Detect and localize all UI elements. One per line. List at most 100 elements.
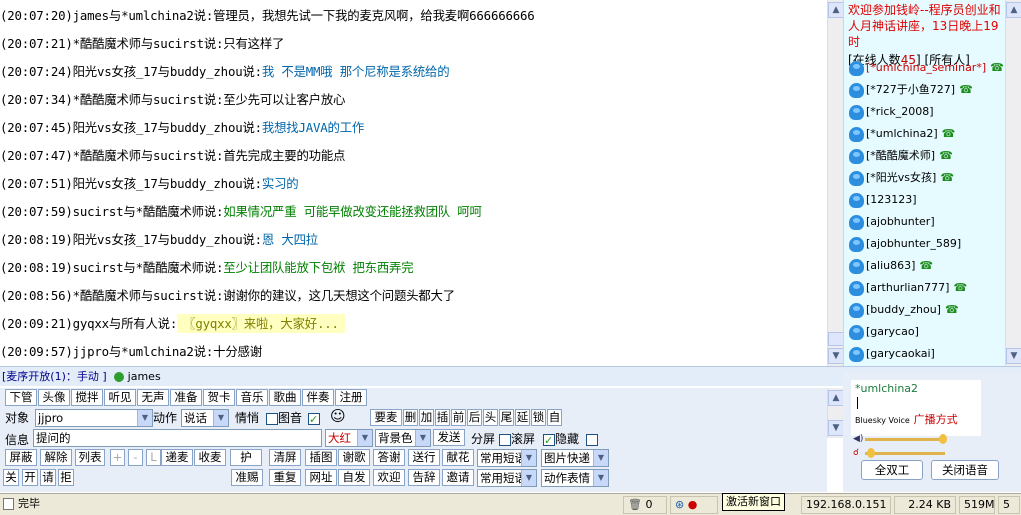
split-screen-option[interactable]: 滚屏 bbox=[499, 431, 535, 448]
toolbar-button[interactable]: 关 bbox=[3, 469, 19, 486]
toolbar-button[interactable]: 延 bbox=[515, 409, 530, 426]
phrase-select-1[interactable]: 常用短语 ▼ bbox=[477, 449, 537, 467]
toolbar-button[interactable]: 插图 bbox=[305, 449, 337, 466]
toolbar-button[interactable]: 告辞 bbox=[408, 469, 440, 486]
toolbar-button[interactable]: 音乐 bbox=[236, 389, 268, 406]
toolbar-button[interactable]: 网址 bbox=[305, 469, 337, 486]
toolbar-button[interactable]: 歌曲 bbox=[269, 389, 301, 406]
toolbar-button[interactable]: 无声 bbox=[137, 389, 169, 406]
userlist-scrollbar[interactable]: ▲ ▼ bbox=[1005, 0, 1021, 366]
font-color-select[interactable]: 大红 ▼ bbox=[325, 429, 373, 447]
toolbar-button[interactable]: 自发 bbox=[338, 469, 370, 486]
user-list-item[interactable]: [arthurlian777] ☎ bbox=[849, 278, 967, 298]
message-users[interactable]: *酷酷魔术师与sucirst说: bbox=[73, 148, 224, 163]
toolbar-button[interactable]: 头 bbox=[483, 409, 498, 426]
emotion-checkbox-wrap[interactable] bbox=[308, 410, 320, 428]
toolbar-button[interactable]: 列表 bbox=[75, 449, 105, 466]
toolbar-button[interactable]: 自 bbox=[547, 409, 562, 426]
scroll-down-button[interactable]: ▼ bbox=[828, 348, 844, 364]
user-list-item[interactable]: [*umlchina_seminar*] ☎ bbox=[849, 58, 1004, 78]
scroll-thumb[interactable] bbox=[828, 332, 844, 346]
message-users[interactable]: james与*umlchina2说: bbox=[73, 8, 214, 23]
mic-slider[interactable] bbox=[865, 452, 945, 455]
user-list-item[interactable]: [*umlchina2] ☎ bbox=[849, 124, 955, 144]
mic-thumb[interactable] bbox=[867, 448, 875, 458]
scroll-up-button[interactable]: ▲ bbox=[828, 2, 844, 18]
toolbar-button[interactable]: 删 bbox=[403, 409, 418, 426]
toolbar-button[interactable]: - bbox=[128, 449, 143, 466]
message-users[interactable]: *酷酷魔术师与sucirst说: bbox=[73, 92, 224, 107]
toolbar-button[interactable]: 送行 bbox=[408, 449, 440, 466]
toolbar-button[interactable]: 注册 bbox=[335, 389, 367, 406]
toolbar-button[interactable]: + bbox=[110, 449, 125, 466]
bg-color-select[interactable]: 背景色 ▼ bbox=[375, 429, 431, 447]
toolbar-button[interactable]: 拒 bbox=[58, 469, 74, 486]
scroll-down-button[interactable]: ▼ bbox=[828, 420, 844, 436]
user-list-item[interactable]: [*阳光vs女孩] ☎ bbox=[849, 168, 954, 188]
toolbar-button[interactable]: 屏蔽 bbox=[5, 449, 37, 466]
volume-slider[interactable] bbox=[865, 438, 945, 441]
toolbar-button[interactable]: 谢歌 bbox=[338, 449, 370, 466]
scroll-up-button[interactable]: ▲ bbox=[828, 390, 844, 406]
target-select[interactable]: jjpro ▼ bbox=[35, 409, 153, 427]
scroll-checkbox[interactable] bbox=[543, 432, 555, 449]
toolbar-button[interactable]: 开 bbox=[22, 469, 38, 486]
user-list-item[interactable]: [*rick_2008] bbox=[849, 102, 934, 122]
user-list-item[interactable]: [*酷酷魔术师] ☎ bbox=[849, 146, 953, 166]
toolbar-button[interactable]: 解除 bbox=[40, 449, 72, 466]
message-users[interactable]: 阳光vs女孩_17与buddy_zhou说: bbox=[73, 232, 263, 247]
toolbar-button[interactable]: 尾 bbox=[499, 409, 514, 426]
toolbar-button[interactable]: 重复 bbox=[269, 469, 301, 486]
message-input[interactable]: 提问的 bbox=[33, 429, 322, 447]
toolbar-button[interactable]: 要麦 bbox=[370, 409, 402, 426]
toolbar-button[interactable]: 锁 bbox=[531, 409, 546, 426]
toolbar-button[interactable]: L bbox=[146, 449, 161, 466]
emotion-checkbox[interactable] bbox=[308, 411, 320, 428]
toolbar-button[interactable]: 前 bbox=[451, 409, 466, 426]
full-duplex-button[interactable]: 全双工 bbox=[861, 460, 923, 480]
action-emote-select[interactable]: 动作表情 ▼ bbox=[541, 469, 609, 487]
toolbar-button[interactable]: 下管 bbox=[5, 389, 37, 406]
user-list-item[interactable]: [ajobhunter] bbox=[849, 212, 935, 232]
image-sound-option[interactable]: 图音 bbox=[266, 410, 302, 427]
message-users[interactable]: sucirst与*酷酷魔术师说: bbox=[73, 260, 224, 275]
message-users[interactable]: *酷酷魔术师与sucirst说: bbox=[73, 36, 224, 51]
toolbar-button[interactable]: 加 bbox=[419, 409, 434, 426]
user-list-item[interactable]: [123123] bbox=[849, 190, 917, 210]
toolbar-button[interactable]: 后 bbox=[467, 409, 482, 426]
image-express-select[interactable]: 图片快递 ▼ bbox=[541, 449, 609, 467]
toolbar-button[interactable]: 递麦 bbox=[161, 449, 193, 466]
send-button[interactable]: 发送 bbox=[433, 429, 465, 446]
toolbar-button[interactable]: 请 bbox=[40, 469, 56, 486]
toolbar-button[interactable]: 搅拌 bbox=[71, 389, 103, 406]
action-select[interactable]: 说话 ▼ bbox=[181, 409, 229, 427]
hide-option[interactable] bbox=[586, 431, 598, 448]
toolbar-button[interactable]: 献花 bbox=[442, 449, 474, 466]
toolbar-scrollbar[interactable]: ▲ ▼ bbox=[827, 388, 844, 438]
message-users[interactable]: jjpro与*umlchina2说: bbox=[73, 344, 214, 359]
toolbar-button[interactable]: 准赐 bbox=[231, 469, 263, 486]
close-voice-button[interactable]: 关闭语音 bbox=[931, 460, 999, 480]
volume-thumb[interactable] bbox=[939, 434, 947, 444]
message-users[interactable]: 阳光vs女孩_17与buddy_zhou说: bbox=[73, 64, 263, 79]
toolbar-button[interactable]: 伴奏 bbox=[302, 389, 334, 406]
toolbar-button[interactable]: 邀请 bbox=[442, 469, 474, 486]
image-sound-checkbox[interactable] bbox=[266, 412, 278, 425]
message-users[interactable]: 阳光vs女孩_17与buddy_zhou说: bbox=[73, 120, 263, 135]
phrase-select-2[interactable]: 常用短语 ▼ bbox=[477, 469, 537, 487]
user-list-item[interactable]: [*727于小鱼727] ☎ bbox=[849, 80, 973, 100]
smiley-icon[interactable]: ☺ bbox=[330, 408, 346, 425]
user-list-item[interactable]: [aliu863] ☎ bbox=[849, 256, 933, 276]
scroll-option[interactable]: 隐藏 bbox=[543, 431, 579, 449]
message-users[interactable]: *酷酷魔术师与sucirst说: bbox=[73, 288, 224, 303]
message-users[interactable]: sucirst与*酷酷魔术师说: bbox=[73, 204, 224, 219]
scroll-down-button[interactable]: ▼ bbox=[1006, 348, 1021, 364]
toolbar-button[interactable]: 收麦 bbox=[194, 449, 226, 466]
scroll-up-button[interactable]: ▲ bbox=[1006, 2, 1021, 18]
split-screen-checkbox[interactable] bbox=[499, 433, 511, 446]
user-list-item[interactable]: [garycao] bbox=[849, 322, 919, 342]
toolbar-button[interactable]: 头像 bbox=[38, 389, 70, 406]
toolbar-button[interactable]: 准备 bbox=[170, 389, 202, 406]
message-users[interactable]: gyqxx与所有人说: bbox=[73, 316, 178, 331]
message-users[interactable]: 阳光vs女孩_17与buddy_zhou说: bbox=[73, 176, 263, 191]
